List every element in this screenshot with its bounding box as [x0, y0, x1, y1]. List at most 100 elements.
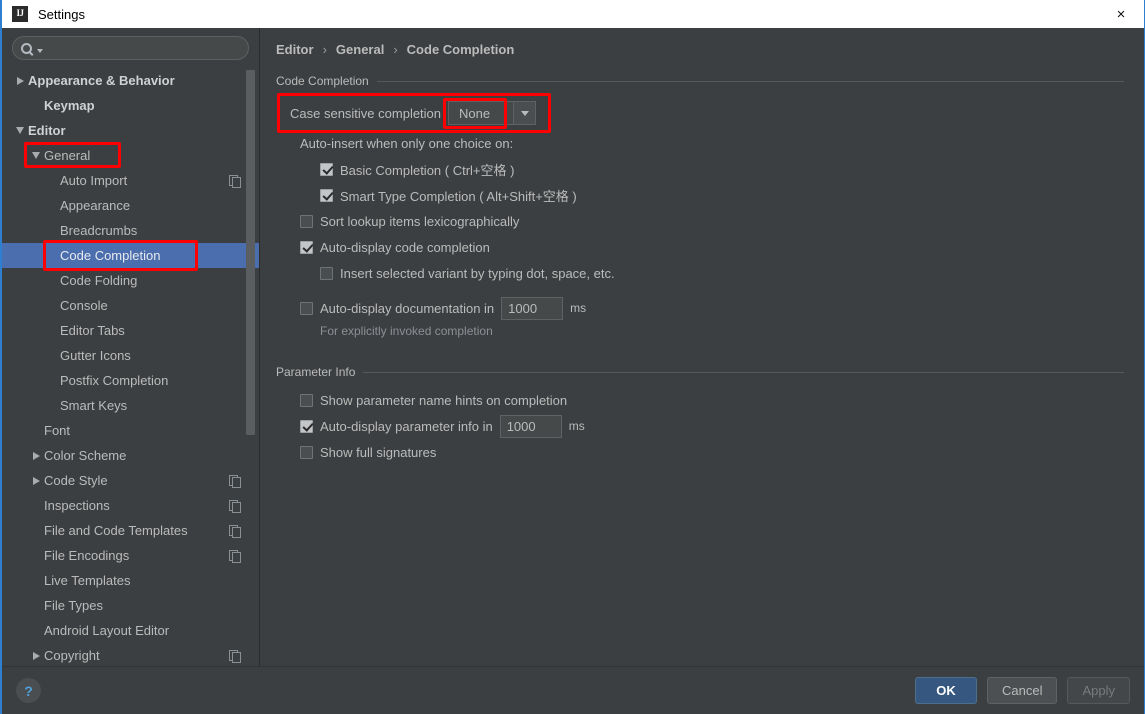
- chevron-right-icon[interactable]: [28, 476, 44, 485]
- checkbox-label: Show parameter name hints on completion: [320, 392, 568, 408]
- sidebar-item-inspections[interactable]: Inspections: [2, 493, 259, 518]
- copy-settings-icon: [229, 499, 241, 513]
- sidebar-item-label: File and Code Templates: [44, 523, 188, 538]
- checkbox-label: Auto-display parameter info in: [320, 418, 493, 434]
- sidebar-item-smart-keys[interactable]: Smart Keys: [2, 393, 259, 418]
- sidebar-item-gutter-icons[interactable]: Gutter Icons: [2, 343, 259, 368]
- auto-display-documentation-row: Auto-display documentation in ms: [300, 295, 1124, 321]
- parameter-info-row[interactable]: Show parameter name hints on completion: [300, 387, 1124, 413]
- chevron-down-icon[interactable]: [12, 127, 28, 134]
- sidebar-item-code-folding[interactable]: Code Folding: [2, 268, 259, 293]
- checkbox-smart-type-completion-alt-shift[interactable]: [320, 188, 333, 202]
- sidebar-item-code-style[interactable]: Code Style: [2, 468, 259, 493]
- sidebar-item-editor-tabs[interactable]: Editor Tabs: [2, 318, 259, 343]
- settings-main-panel: Editor › General › Code Completion Code …: [260, 28, 1144, 666]
- sidebar-item-code-completion[interactable]: Code Completion: [2, 243, 259, 268]
- group-title-code-completion: Code Completion: [276, 74, 1124, 88]
- sidebar-scrollbar[interactable]: [246, 70, 255, 435]
- search-options-chevron-down-icon[interactable]: [37, 48, 43, 53]
- documentation-hint-text: For explicitly invoked completion: [320, 324, 493, 338]
- parameter-info-delay-unit: ms: [568, 419, 585, 433]
- sidebar-item-label: Copyright: [44, 648, 100, 663]
- sidebar-item-console[interactable]: Console: [2, 293, 259, 318]
- checkbox-insert-selected-variant-by-typing-dot-sp[interactable]: [320, 266, 333, 280]
- group-parameter-info: Parameter Info Show parameter name hints…: [276, 365, 1124, 465]
- chevron-down-icon[interactable]: [28, 152, 44, 159]
- parameter-info-row[interactable]: Show full signatures: [300, 439, 1124, 465]
- sidebar-item-keymap[interactable]: Keymap: [2, 93, 259, 118]
- sidebar-item-live-templates[interactable]: Live Templates: [2, 568, 259, 593]
- sidebar-item-file-types[interactable]: File Types: [2, 593, 259, 618]
- checkbox-auto-display-parameter-info-in[interactable]: [300, 419, 313, 433]
- copy-settings-icon: [229, 649, 241, 663]
- dialog-footer: ? OK Cancel Apply: [2, 666, 1144, 714]
- search-input[interactable]: [46, 40, 240, 56]
- breadcrumb-item-editor[interactable]: Editor: [276, 42, 314, 57]
- sidebar-item-appearance-behavior[interactable]: Appearance & Behavior: [2, 68, 259, 93]
- sidebar-item-appearance[interactable]: Appearance: [2, 193, 259, 218]
- breadcrumb-item-code-completion: Code Completion: [406, 42, 515, 57]
- breadcrumb-separator-icon: ›: [322, 42, 327, 57]
- sidebar-item-copyright[interactable]: Copyright: [2, 643, 259, 666]
- group-label: Parameter Info: [276, 365, 356, 379]
- sidebar-item-breadcrumbs[interactable]: Breadcrumbs: [2, 218, 259, 243]
- ok-button[interactable]: OK: [915, 677, 977, 704]
- sidebar-item-color-scheme[interactable]: Color Scheme: [2, 443, 259, 468]
- sidebar-item-label: Console: [60, 298, 108, 313]
- parameter-info-delay-input[interactable]: [499, 414, 562, 438]
- group-title-parameter-info: Parameter Info: [276, 365, 1124, 379]
- parameter-info-row[interactable]: Auto-display parameter info in ms: [300, 413, 1124, 439]
- checkbox-row[interactable]: Smart Type Completion ( Alt+Shift+空格 ): [320, 182, 1124, 208]
- checkbox-label: Auto-display code completion: [320, 239, 490, 255]
- sidebar-item-label: Editor: [28, 123, 66, 138]
- sidebar-item-label: Gutter Icons: [60, 348, 131, 363]
- chevron-right-icon[interactable]: [12, 76, 28, 85]
- breadcrumb: Editor › General › Code Completion: [276, 42, 1124, 57]
- sidebar-item-label: File Encodings: [44, 548, 130, 563]
- title-bar: IJ Settings ×: [2, 0, 1144, 28]
- checkbox-row[interactable]: Sort lookup items lexicographically: [300, 208, 1124, 234]
- close-icon[interactable]: ×: [1098, 0, 1144, 28]
- breadcrumb-item-general[interactable]: General: [336, 42, 384, 57]
- sidebar-item-font[interactable]: Font: [2, 418, 259, 443]
- sidebar-item-file-encodings[interactable]: File Encodings: [2, 543, 259, 568]
- sidebar-item-postfix-completion[interactable]: Postfix Completion: [2, 368, 259, 393]
- checkbox-row[interactable]: Basic Completion ( Ctrl+空格 ): [320, 156, 1124, 182]
- checkbox-sort-lookup-items-lexicographically[interactable]: [300, 214, 313, 228]
- auto-insert-section-label-row: Auto-insert when only one choice on:: [300, 130, 1124, 156]
- auto-display-documentation-delay-input[interactable]: [501, 296, 564, 320]
- documentation-delay-unit: ms: [570, 301, 587, 315]
- code-completion-checkbox-list: Basic Completion ( Ctrl+空格 ) Smart Type C…: [276, 156, 1124, 286]
- checkbox-show-full-signatures[interactable]: [300, 445, 313, 459]
- search-box[interactable]: [12, 36, 249, 60]
- sidebar-item-label: Appearance: [60, 198, 131, 213]
- group-divider: [363, 371, 1124, 373]
- sidebar-item-general[interactable]: General: [2, 143, 259, 168]
- cancel-button[interactable]: Cancel: [987, 677, 1058, 704]
- dialog-button-group: OK Cancel Apply: [915, 677, 1130, 704]
- checkbox-auto-display-code-completion[interactable]: [300, 240, 313, 254]
- case-sensitive-completion-dropdown[interactable]: None: [448, 101, 537, 125]
- sidebar-item-file-and-code-templates[interactable]: File and Code Templates: [2, 518, 259, 543]
- sidebar-item-auto-import[interactable]: Auto Import: [2, 168, 259, 193]
- sidebar-item-android-layout-editor[interactable]: Android Layout Editor: [2, 618, 259, 643]
- checkbox-label: Insert selected variant by typing dot, s…: [340, 265, 615, 281]
- chevron-right-icon[interactable]: [28, 651, 44, 660]
- apply-button[interactable]: Apply: [1067, 677, 1130, 704]
- auto-insert-label: Auto-insert when only one choice on:: [300, 135, 514, 151]
- chevron-right-icon[interactable]: [28, 451, 44, 460]
- dropdown-arrow-cell[interactable]: [513, 102, 536, 124]
- sidebar-item-editor[interactable]: Editor: [2, 118, 259, 143]
- sidebar-item-label: Auto Import: [60, 173, 128, 188]
- auto-display-documentation-label: Auto-display documentation in: [320, 300, 495, 316]
- case-sensitive-completion-value: None: [459, 105, 491, 121]
- checkbox-basic-completion-ctrl[interactable]: [320, 162, 333, 176]
- checkbox-row[interactable]: Auto-display code completion: [300, 234, 1124, 260]
- search-container: [2, 28, 259, 66]
- help-icon[interactable]: ?: [16, 678, 41, 703]
- auto-display-documentation-checkbox[interactable]: [300, 301, 313, 315]
- settings-tree[interactable]: Appearance & Behavior Keymap Editor General…: [2, 66, 259, 666]
- checkbox-label: Basic Completion ( Ctrl+空格 ): [340, 162, 515, 178]
- checkbox-row[interactable]: Insert selected variant by typing dot, s…: [320, 260, 1124, 286]
- checkbox-show-parameter-name-hints-on-completion[interactable]: [300, 393, 313, 407]
